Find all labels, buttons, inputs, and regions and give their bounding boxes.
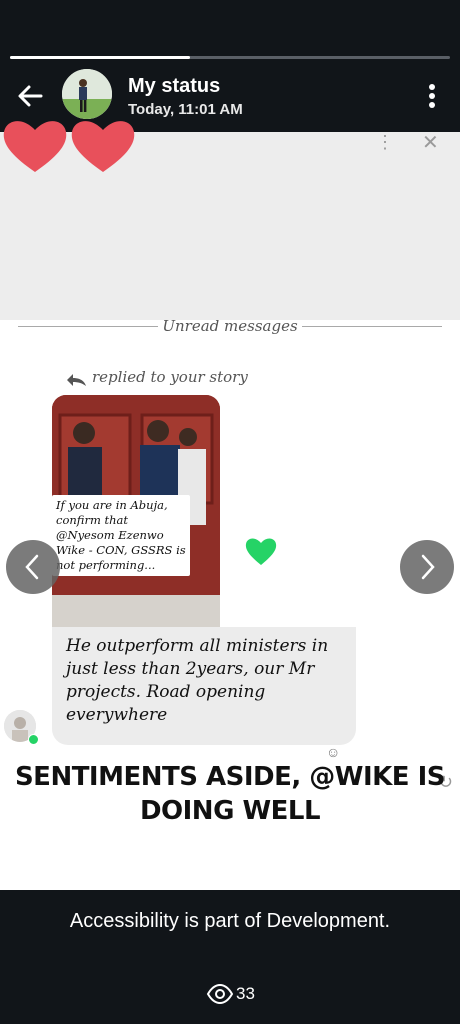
more-vert-icon xyxy=(429,84,435,108)
reply-bubble: He outperform all ministers in just less… xyxy=(52,627,356,745)
heart-icon xyxy=(3,121,67,172)
ghost-close-icon: ✕ xyxy=(422,132,439,154)
more-options-button[interactable] xyxy=(418,80,446,112)
status-timestamp: Today, 11:01 AM xyxy=(128,101,243,118)
online-indicator xyxy=(28,734,39,745)
replied-label: replied to your story xyxy=(92,368,248,386)
previous-status-button[interactable] xyxy=(6,540,60,594)
ghost-menu-icon: ⋮ xyxy=(376,132,394,152)
next-status-button[interactable] xyxy=(400,540,454,594)
views-button[interactable]: 33 xyxy=(206,982,255,1006)
story-image[interactable]: If you are in Abuja, confirm that @Nyeso… xyxy=(52,395,220,627)
reaction-hearts xyxy=(3,121,135,172)
back-button[interactable] xyxy=(14,80,46,112)
reply-text: He outperform all ministers in just less… xyxy=(66,636,329,725)
eye-icon xyxy=(206,984,234,1004)
chevron-right-icon xyxy=(421,554,435,580)
emoji-add-icon: ☺ xyxy=(326,744,341,760)
reply-arrow-icon xyxy=(67,374,86,386)
story-headline: SENTIMENTS ASIDE, @WIKE IS DOING WELL xyxy=(14,762,446,826)
status-caption: Accessibility is part of Development. xyxy=(69,910,391,932)
back-arrow-icon xyxy=(18,85,43,107)
page-title: My status xyxy=(128,75,221,97)
status-progress-bar xyxy=(10,56,450,59)
heart-icon xyxy=(71,121,135,172)
view-count: 33 xyxy=(236,984,255,1003)
unread-messages-label: Unread messages xyxy=(162,317,298,335)
status-progress-fill xyxy=(10,56,191,59)
heart-icon xyxy=(245,538,277,565)
image-caption: If you are in Abuja, confirm that @Nyeso… xyxy=(52,495,190,576)
chevron-left-icon xyxy=(25,554,39,580)
